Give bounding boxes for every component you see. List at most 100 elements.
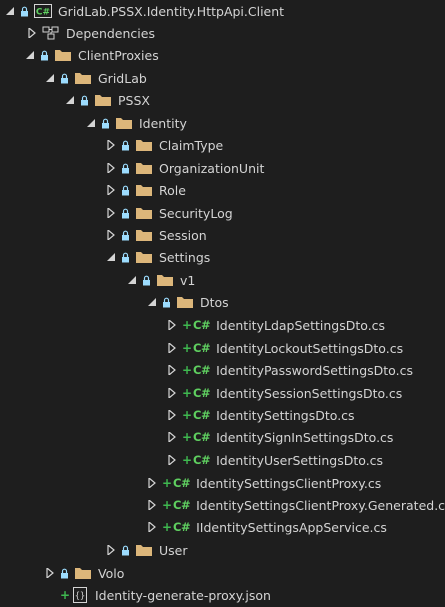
- csharp-file-icon: C#: [173, 476, 191, 490]
- added-marker-icon: +: [162, 476, 173, 490]
- svg-text:C#: C#: [36, 8, 50, 18]
- collapsed-arrow-icon[interactable]: [44, 567, 56, 579]
- file-label: IdentityPasswordSettingsDto.cs: [216, 362, 413, 378]
- lock-icon: [121, 139, 130, 151]
- tree-item-dto-file[interactable]: + C# IdentityUserSettingsDto.cs: [0, 449, 445, 471]
- folder-icon: [156, 272, 174, 288]
- tree-item-claim-type[interactable]: ClaimType: [0, 134, 445, 156]
- added-marker-icon: +: [182, 318, 193, 332]
- folder-icon: [135, 542, 153, 558]
- csharp-file-icon: C#: [193, 341, 211, 355]
- tree-item-v1[interactable]: v1: [0, 269, 445, 291]
- lock-icon: [121, 184, 130, 196]
- tree-item-security-log[interactable]: SecurityLog: [0, 202, 445, 224]
- file-label: IdentityUserSettingsDto.cs: [216, 452, 384, 468]
- csharp-file-icon: C#: [193, 386, 211, 400]
- added-marker-icon: +: [182, 386, 193, 400]
- added-marker-icon: +: [182, 341, 193, 355]
- tree-item-dependencies[interactable]: Dependencies: [0, 22, 445, 44]
- collapsed-arrow-icon[interactable]: [26, 27, 38, 39]
- lock-icon: [40, 49, 49, 61]
- collapsed-arrow-icon[interactable]: [105, 207, 117, 219]
- csharp-file-icon: C#: [193, 453, 211, 467]
- pssx-label: PSSX: [118, 92, 150, 108]
- folder-icon: [115, 115, 133, 131]
- session-label: Session: [159, 227, 207, 243]
- folder-icon: [135, 249, 153, 265]
- file-label: IdentitySignInSettingsDto.cs: [216, 429, 394, 445]
- solution-explorer-tree: C# GridLab.PSSX.Identity.HttpApi.Client …: [0, 0, 445, 607]
- tree-item-user[interactable]: User: [0, 539, 445, 561]
- tree-item-cs-file[interactable]: + C# IIdentitySettingsAppService.cs: [0, 516, 445, 538]
- tree-item-client-proxies[interactable]: ClientProxies: [0, 44, 445, 66]
- expanded-arrow-icon[interactable]: [105, 251, 117, 263]
- tree-item-dto-file[interactable]: + C# IdentityLockoutSettingsDto.cs: [0, 337, 445, 359]
- tree-item-volo[interactable]: Volo: [0, 562, 445, 584]
- tree-item-dto-file[interactable]: + C# IdentitySignInSettingsDto.cs: [0, 426, 445, 448]
- added-marker-icon: +: [182, 408, 193, 422]
- folder-icon: [74, 565, 92, 581]
- dtos-label: Dtos: [200, 294, 229, 310]
- lock-icon: [121, 229, 130, 241]
- collapsed-arrow-icon[interactable]: [166, 342, 178, 354]
- csharp-file-icon: C#: [173, 520, 191, 534]
- tree-item-dtos[interactable]: Dtos: [0, 291, 445, 313]
- tree-item-role[interactable]: Role: [0, 179, 445, 201]
- tree-item-cs-file[interactable]: + C# IdentitySettingsClientProxy.cs: [0, 472, 445, 494]
- lock-icon: [101, 117, 110, 129]
- collapsed-arrow-icon[interactable]: [166, 409, 178, 421]
- added-marker-icon: +: [60, 588, 71, 602]
- tree-item-cs-file[interactable]: + C# IdentitySettingsClientProxy.Generat…: [0, 494, 445, 516]
- tree-item-json-file[interactable]: + {} Identity-generate-proxy.json: [0, 584, 445, 606]
- gridlab-label: GridLab: [98, 70, 147, 86]
- folder-icon: [54, 47, 72, 63]
- expanded-arrow-icon[interactable]: [44, 72, 56, 84]
- expanded-arrow-icon[interactable]: [85, 117, 97, 129]
- collapsed-arrow-icon[interactable]: [105, 162, 117, 174]
- tree-item-project[interactable]: C# GridLab.PSSX.Identity.HttpApi.Client: [0, 0, 445, 22]
- lock-icon: [20, 5, 29, 17]
- tree-item-dto-file[interactable]: + C# IdentitySettingsDto.cs: [0, 404, 445, 426]
- project-label: GridLab.PSSX.Identity.HttpApi.Client: [58, 3, 285, 19]
- tree-item-gridlab[interactable]: GridLab: [0, 67, 445, 89]
- collapsed-arrow-icon[interactable]: [146, 521, 158, 533]
- dependencies-icon: [42, 25, 60, 41]
- folder-icon: [135, 227, 153, 243]
- tree-item-dto-file[interactable]: + C# IdentityPasswordSettingsDto.cs: [0, 359, 445, 381]
- collapsed-arrow-icon[interactable]: [166, 387, 178, 399]
- expanded-arrow-icon[interactable]: [24, 49, 36, 61]
- file-label: IdentityLockoutSettingsDto.cs: [216, 340, 404, 356]
- tree-item-settings[interactable]: Settings: [0, 246, 445, 268]
- lock-icon: [121, 207, 130, 219]
- tree-item-pssx[interactable]: PSSX: [0, 89, 445, 111]
- tree-item-session[interactable]: Session: [0, 224, 445, 246]
- collapsed-arrow-icon[interactable]: [166, 431, 178, 443]
- csharp-file-icon: C#: [173, 498, 191, 512]
- collapsed-arrow-icon[interactable]: [166, 454, 178, 466]
- csharp-file-icon: C#: [193, 363, 211, 377]
- volo-label: Volo: [98, 565, 125, 581]
- csharp-project-icon: C#: [34, 3, 52, 19]
- expanded-arrow-icon[interactable]: [126, 274, 138, 286]
- tree-item-dto-file[interactable]: + C# IdentityLdapSettingsDto.cs: [0, 314, 445, 336]
- collapsed-arrow-icon[interactable]: [105, 184, 117, 196]
- tree-item-identity[interactable]: Identity: [0, 112, 445, 134]
- added-marker-icon: +: [162, 520, 173, 534]
- csharp-file-icon: C#: [193, 318, 211, 332]
- collapsed-arrow-icon[interactable]: [146, 477, 158, 489]
- added-marker-icon: +: [182, 453, 193, 467]
- collapsed-arrow-icon[interactable]: [146, 499, 158, 511]
- expanded-arrow-icon[interactable]: [4, 5, 16, 17]
- file-label: IdentitySettingsClientProxy.Generated.cs: [196, 497, 445, 513]
- collapsed-arrow-icon[interactable]: [105, 139, 117, 151]
- tree-item-dto-file[interactable]: + C# IdentitySessionSettingsDto.cs: [0, 382, 445, 404]
- collapsed-arrow-icon[interactable]: [105, 229, 117, 241]
- collapsed-arrow-icon[interactable]: [166, 319, 178, 331]
- expanded-arrow-icon[interactable]: [146, 296, 158, 308]
- collapsed-arrow-icon[interactable]: [105, 544, 117, 556]
- collapsed-arrow-icon[interactable]: [166, 364, 178, 376]
- expanded-arrow-icon[interactable]: [64, 94, 76, 106]
- tree-item-organization-unit[interactable]: OrganizationUnit: [0, 157, 445, 179]
- identity-label: Identity: [139, 115, 187, 131]
- csharp-file-icon: C#: [193, 408, 211, 422]
